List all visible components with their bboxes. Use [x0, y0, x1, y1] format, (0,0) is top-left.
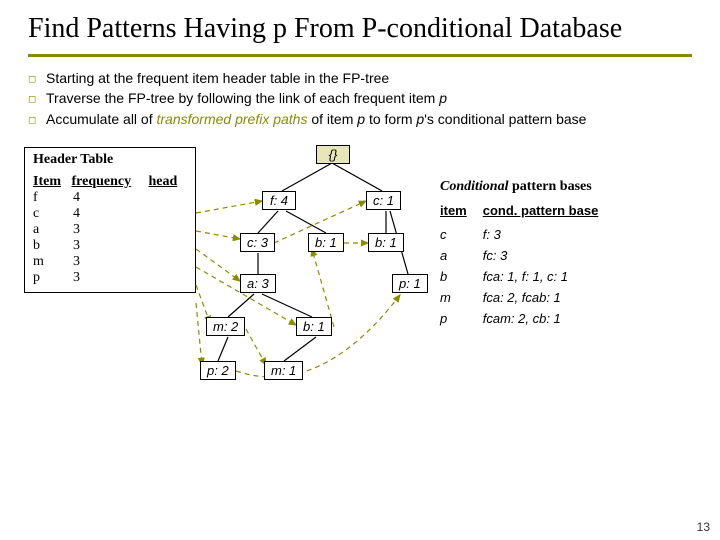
- square-bullet-icon: ◻: [28, 69, 46, 88]
- tree-node: p: 1: [392, 274, 428, 293]
- conditional-pattern-bases: Conditional pattern bases item cond. pat…: [440, 179, 614, 329]
- table-row: a3: [33, 222, 187, 238]
- tree-node: c: 1: [366, 191, 401, 210]
- bullet-text: Accumulate all of transformed prefix pat…: [46, 110, 692, 129]
- square-bullet-icon: ◻: [28, 89, 46, 108]
- table-row: cf: 3: [440, 224, 614, 245]
- bullet-item: ◻ Starting at the frequent item header t…: [28, 69, 692, 88]
- tree-node: m: 1: [264, 361, 303, 380]
- page-number: 13: [697, 520, 710, 534]
- tree-node: c: 3: [240, 233, 275, 252]
- tree-node-root: {}: [316, 145, 350, 164]
- bullet-item: ◻ Traverse the FP-tree by following the …: [28, 89, 692, 108]
- diagram-area: Header Table Item frequency head f4 c4 a…: [0, 139, 720, 459]
- tree-node: b: 1: [308, 233, 344, 252]
- cpb-table: item cond. pattern base cf: 3 afc: 3 bfc…: [440, 201, 614, 329]
- cpb-col-item: item: [440, 201, 483, 224]
- header-table-columns: Item frequency head: [33, 174, 187, 190]
- slide-title: Find Patterns Having p From P-conditiona…: [0, 0, 720, 54]
- table-row: c4: [33, 206, 187, 222]
- title-underline: [28, 54, 692, 57]
- table-row: pfcam: 2, cb: 1: [440, 308, 614, 329]
- tree-node: p: 2: [200, 361, 236, 380]
- bullet-text: Traverse the FP-tree by following the li…: [46, 89, 692, 108]
- table-row: afc: 3: [440, 245, 614, 266]
- tree-node: f: 4: [262, 191, 296, 210]
- header-table: Header Table Item frequency head f4 c4 a…: [24, 147, 196, 293]
- tree-node: b: 1: [296, 317, 332, 336]
- cpb-col-base: cond. pattern base: [483, 201, 615, 224]
- tree-node: a: 3: [240, 274, 276, 293]
- header-table-title: Header Table: [33, 152, 187, 168]
- bullet-text: Starting at the frequent item header tab…: [46, 69, 692, 88]
- table-row: f4: [33, 190, 187, 206]
- table-row: b3: [33, 238, 187, 254]
- table-row: mfca: 2, fcab: 1: [440, 287, 614, 308]
- table-row: m3: [33, 254, 187, 270]
- square-bullet-icon: ◻: [28, 110, 46, 129]
- tree-node: b: 1: [368, 233, 404, 252]
- tree-node: m: 2: [206, 317, 245, 336]
- table-row: p3: [33, 270, 187, 286]
- table-row: bfca: 1, f: 1, c: 1: [440, 266, 614, 287]
- bullet-item: ◻ Accumulate all of transformed prefix p…: [28, 110, 692, 129]
- cpb-title: Conditional pattern bases: [440, 179, 614, 195]
- bullet-list: ◻ Starting at the frequent item header t…: [0, 65, 720, 140]
